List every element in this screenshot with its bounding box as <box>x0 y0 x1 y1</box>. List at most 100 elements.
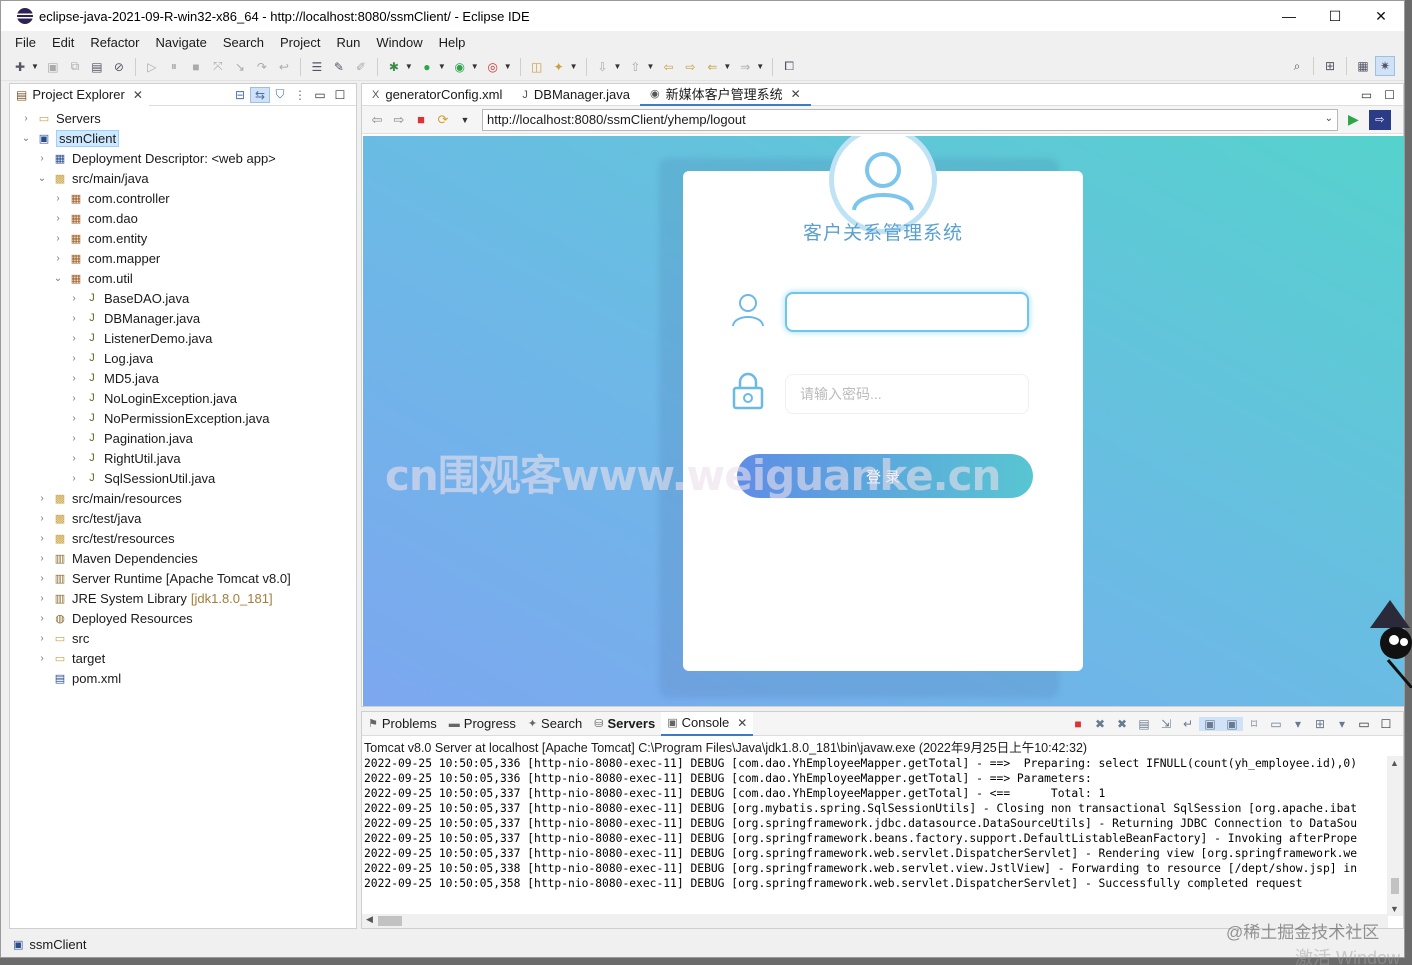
show-on-stdout-icon[interactable]: ▣ <box>1199 716 1221 731</box>
terminate-icon[interactable]: ■ <box>186 57 206 77</box>
open-task-icon[interactable]: ☰ <box>307 57 327 77</box>
coverage-icon[interactable]: ◉ <box>450 57 470 77</box>
username-input[interactable] <box>785 292 1029 332</box>
skip-breakpoints-icon[interactable]: ⊘ <box>109 57 129 77</box>
maximize-view-icon[interactable]: ☐ <box>330 88 350 102</box>
menu-help[interactable]: Help <box>431 35 474 50</box>
console-output[interactable]: 2022-09-25 10:50:05,336 [http-nio-8080-e… <box>362 756 1388 916</box>
forward-edit-icon[interactable]: ⇨ <box>680 57 700 77</box>
browser-forward-icon[interactable]: ⇨ <box>388 112 410 128</box>
tree-item[interactable]: ⌄ ▦ com.util <box>10 268 356 288</box>
new-console-icon[interactable]: ⊞ <box>1309 717 1331 731</box>
close-icon[interactable]: ✕ <box>133 88 143 102</box>
scrollbar-thumb[interactable] <box>378 916 402 926</box>
chevron-right-icon[interactable]: › <box>36 593 48 604</box>
chevron-right-icon[interactable]: › <box>52 193 64 204</box>
chevron-right-icon[interactable]: › <box>52 253 64 264</box>
scroll-left-icon[interactable]: ◀ <box>366 914 373 925</box>
browser-back-icon[interactable]: ⇦ <box>366 112 388 128</box>
tree-item[interactable]: ⌄ ▩ src/main/java <box>10 168 356 188</box>
maximize-button[interactable]: ☐ <box>1312 1 1358 31</box>
tab-progress[interactable]: ▬ Progress <box>443 712 522 736</box>
view-menu-dropdown-icon[interactable]: ▾ <box>1331 717 1353 731</box>
open-console-icon[interactable]: ▤ <box>87 57 107 77</box>
menu-run[interactable]: Run <box>328 35 368 50</box>
tab-project-explorer[interactable]: ▤ Project Explorer ✕ <box>10 83 149 106</box>
tab-search[interactable]: ✦ Search <box>522 712 588 736</box>
chevron-right-icon[interactable]: › <box>36 493 48 504</box>
tree-item[interactable]: › ◍ Deployed Resources <box>10 608 356 628</box>
menu-project[interactable]: Project <box>272 35 328 50</box>
chevron-right-icon[interactable]: › <box>36 573 48 584</box>
chevron-down-icon[interactable]: ⌄ <box>36 173 48 184</box>
scroll-down-icon[interactable]: ▼ <box>1390 904 1399 914</box>
chevron-right-icon[interactable]: › <box>68 393 80 404</box>
chevron-down-icon[interactable]: ⌄ <box>52 273 64 284</box>
terminate-icon[interactable]: ■ <box>1067 717 1089 731</box>
chevron-right-icon[interactable]: › <box>52 213 64 224</box>
chevron-right-icon[interactable]: › <box>36 533 48 544</box>
editor-tab[interactable]: ◉ 新媒体客户管理系统 ✕ <box>640 83 811 106</box>
collapse-all-icon[interactable]: ⊟ <box>230 88 250 102</box>
chevron-right-icon[interactable]: › <box>36 553 48 564</box>
back-icon[interactable]: ⇐ <box>702 57 722 77</box>
clear-console-icon[interactable]: ▤ <box>1133 717 1155 731</box>
tree-item[interactable]: › J RightUtil.java <box>10 448 356 468</box>
disconnect-icon[interactable]: ⤧ <box>208 57 228 77</box>
editor-tab[interactable]: XgeneratorConfig.xml <box>362 84 512 106</box>
chevron-right-icon[interactable]: › <box>68 313 80 324</box>
menu-file[interactable]: File <box>7 35 44 50</box>
chevron-right-icon[interactable]: › <box>36 153 48 164</box>
minimize-editor-icon[interactable]: ▭ <box>1361 88 1372 102</box>
prev-annotation-dropdown-icon[interactable]: ▼ <box>646 62 654 71</box>
suspend-icon[interactable]: ⏸ <box>164 57 184 77</box>
tree-item[interactable]: › J Log.java <box>10 348 356 368</box>
menu-navigate[interactable]: Navigate <box>148 35 215 50</box>
chevron-down-icon[interactable]: ⌄ <box>20 133 32 144</box>
tree-item[interactable]: › ▭ target <box>10 648 356 668</box>
editor-tab[interactable]: J DBManager.java <box>512 84 640 106</box>
chevron-right-icon[interactable]: › <box>68 433 80 444</box>
forward-dropdown-icon[interactable]: ▼ <box>756 62 764 71</box>
tree-item[interactable]: › ▭ Servers <box>10 108 356 128</box>
tab-problems[interactable]: ⚑ Problems <box>362 712 443 736</box>
browser-menu-dropdown-icon[interactable]: ▼ <box>454 115 476 125</box>
step-over-icon[interactable]: ↷ <box>252 57 272 77</box>
open-perspective-icon[interactable]: ⊞ <box>1320 56 1340 76</box>
chevron-right-icon[interactable]: › <box>36 653 48 664</box>
tree-item[interactable]: › ▩ src/test/java <box>10 508 356 528</box>
tree-item[interactable]: › ▦ com.entity <box>10 228 356 248</box>
scroll-lock-icon[interactable]: ⇲ <box>1155 717 1177 731</box>
close-icon[interactable]: ✕ <box>791 87 801 101</box>
last-edit-icon[interactable]: ⇦ <box>658 57 678 77</box>
tree-item[interactable]: › ▥ JRE System Library [jdk1.8.0_181] <box>10 588 356 608</box>
minimize-view-icon[interactable]: ▭ <box>310 88 330 102</box>
back-dropdown-icon[interactable]: ▼ <box>723 62 731 71</box>
step-into-icon[interactable]: ↘ <box>230 57 250 77</box>
tree-item[interactable]: › J NoLoginException.java <box>10 388 356 408</box>
tree-item[interactable]: › ▥ Server Runtime [Apache Tomcat v8.0] <box>10 568 356 588</box>
chevron-right-icon[interactable]: › <box>68 353 80 364</box>
browser-stop-icon[interactable]: ■ <box>410 112 432 127</box>
minimize-button[interactable]: — <box>1266 1 1312 31</box>
save-icon[interactable]: ▣ <box>43 57 63 77</box>
menu-refactor[interactable]: Refactor <box>82 35 147 50</box>
tree-item[interactable]: › J MD5.java <box>10 368 356 388</box>
open-external-browser-icon[interactable]: ⇨ <box>1368 109 1391 130</box>
chevron-right-icon[interactable]: › <box>68 413 80 424</box>
new-icon[interactable]: ✚ <box>10 57 30 77</box>
tree-item[interactable]: ⌄ ▣ ssmClient <box>10 128 356 148</box>
external-tools-icon[interactable]: ◎ <box>483 57 503 77</box>
tree-item[interactable]: › J SqlSessionUtil.java <box>10 468 356 488</box>
menu-window[interactable]: Window <box>368 35 430 50</box>
java-ee-perspective-icon[interactable]: ▦ <box>1353 56 1373 76</box>
maximize-view-icon[interactable]: ☐ <box>1375 717 1397 731</box>
remove-launch-icon[interactable]: ✖ <box>1089 717 1111 731</box>
prev-annotation-icon[interactable]: ⇧ <box>625 57 645 77</box>
pin-console-icon[interactable]: ⌑ <box>1243 717 1265 731</box>
search-tool-icon[interactable]: ✦ <box>549 57 569 77</box>
tree-item[interactable]: › ▭ src <box>10 628 356 648</box>
close-icon[interactable]: ✕ <box>737 716 747 730</box>
maximize-editor-icon[interactable]: ☐ <box>1384 88 1395 102</box>
console-vertical-scrollbar[interactable]: ▲ ▼ <box>1387 756 1403 916</box>
